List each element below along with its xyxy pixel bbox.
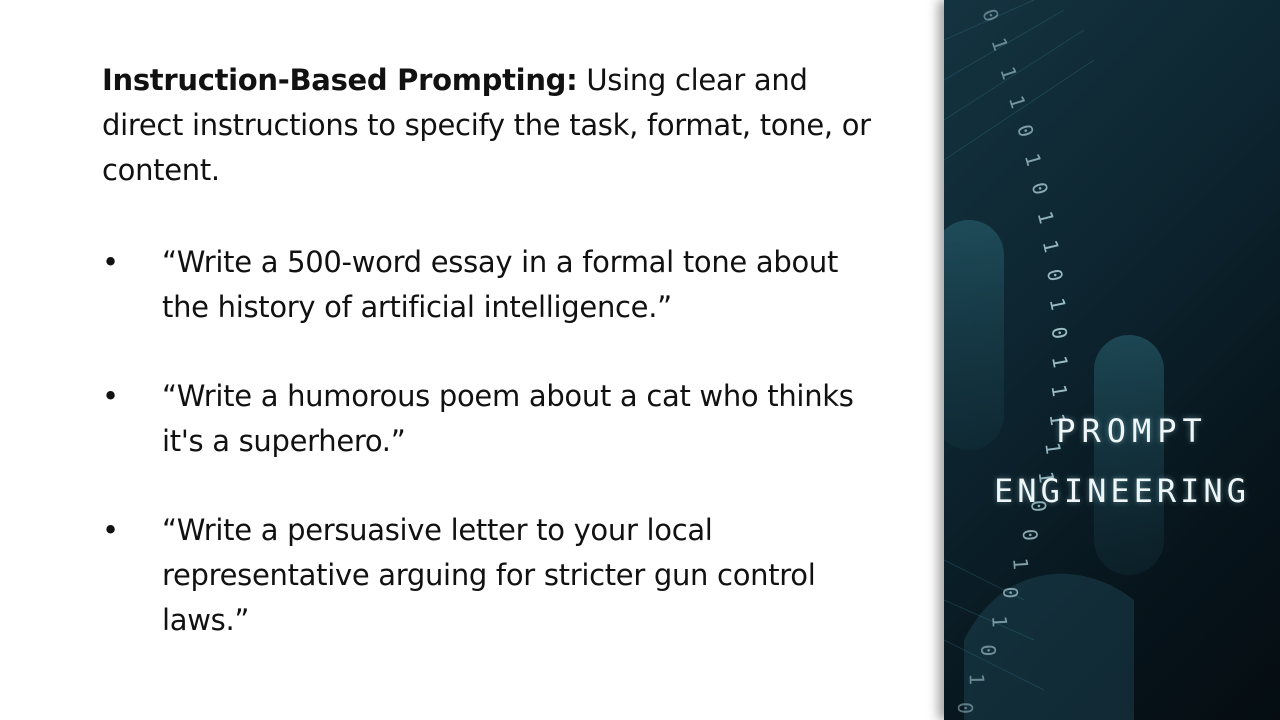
binary-digit: 0 [1012, 122, 1038, 140]
slide-content: Instruction-Based Prompting: Using clear… [102, 58, 892, 637]
decor-shape [1094, 335, 1164, 575]
binary-digit: 1 [987, 615, 1012, 628]
slide: Instruction-Based Prompting: Using clear… [0, 0, 1280, 720]
binary-digit: 0 [1046, 325, 1072, 341]
bullet-marker: • [102, 513, 119, 547]
binary-digit: 1 [995, 64, 1022, 83]
binary-digit: 1 [965, 673, 989, 685]
binary-digit: 1 [1038, 238, 1064, 255]
binary-digit: 0 [1042, 267, 1068, 284]
list-item-text: “Write a persuasive letter to your local… [162, 513, 816, 637]
binary-digit: 1 [1020, 151, 1046, 169]
bullet-marker: • [102, 245, 119, 279]
decorative-side-panel: 0111010110101111100101010 PROMPT ENGINEE… [944, 0, 1280, 720]
binary-digit: 1 [1047, 354, 1073, 370]
list-item-text: “Write a humorous poem about a cat who t… [162, 379, 854, 458]
binary-digit: 1 [1046, 383, 1072, 399]
intro-heading: Instruction-Based Prompting: [102, 63, 578, 97]
binary-digit: 1 [1045, 296, 1071, 313]
binary-digit: 0 [1027, 180, 1053, 198]
binary-digit: 1 [1033, 209, 1059, 227]
binary-digit: 0 [976, 644, 1000, 657]
binary-digit: 0 [953, 702, 977, 714]
binary-digit: 0 [977, 6, 1004, 26]
binary-digit: 0 [1018, 528, 1043, 542]
panel-title-line1: PROMPT [1056, 412, 1208, 450]
bullet-marker: • [102, 379, 119, 413]
binary-digit: 1 [1008, 557, 1033, 571]
binary-digit: 0 [998, 586, 1023, 599]
binary-digit: 1 [1004, 93, 1031, 112]
list-item-text: “Write a 500-word essay in a formal tone… [162, 245, 839, 324]
intro-paragraph: Instruction-Based Prompting: Using clear… [102, 58, 892, 193]
binary-background-graphic: 0111010110101111100101010 [944, 0, 1164, 720]
binary-digit: 1 [986, 35, 1013, 54]
panel-title-line2: ENGINEERING [994, 472, 1250, 510]
